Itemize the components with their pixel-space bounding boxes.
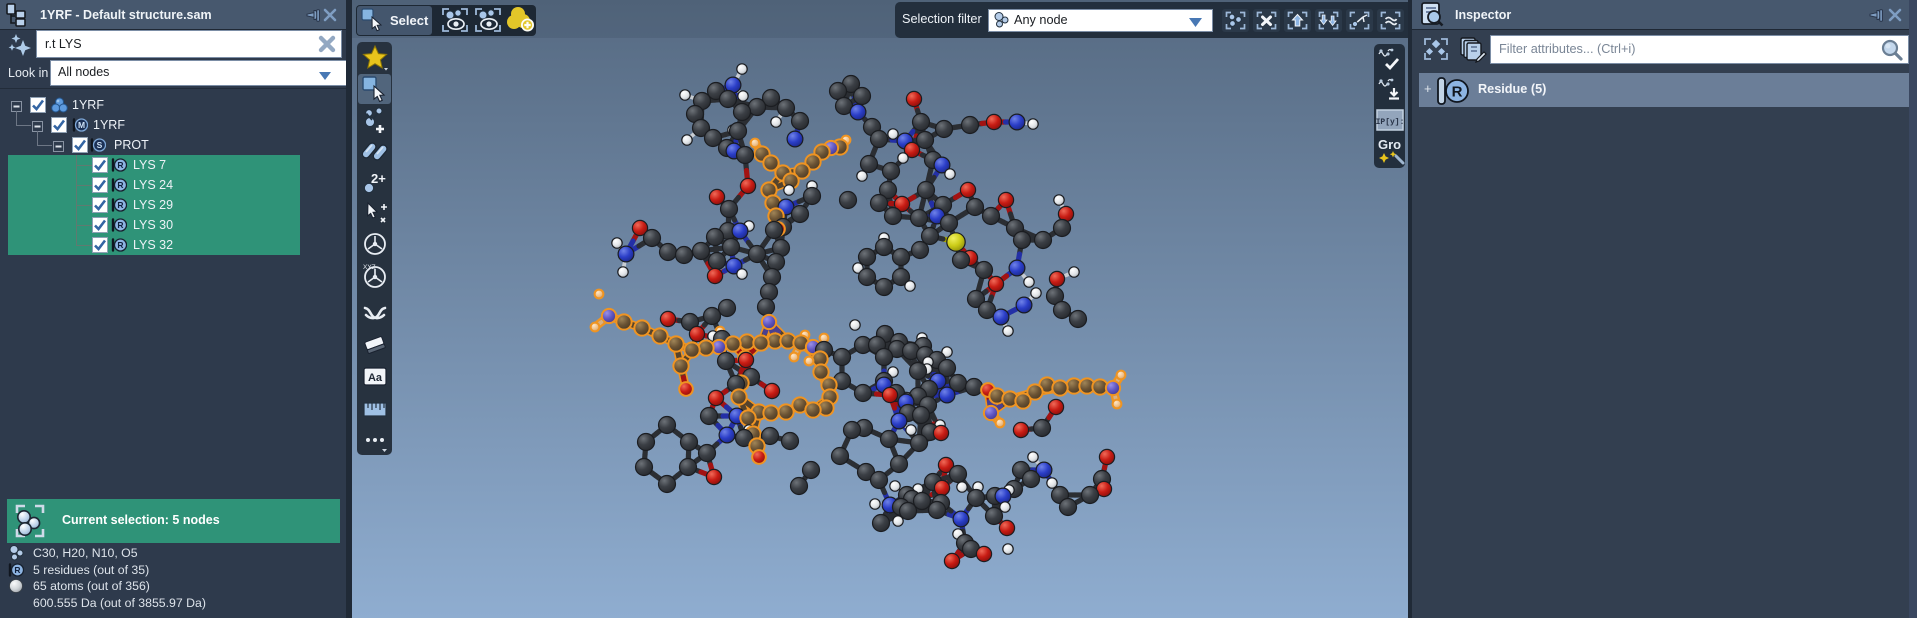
svg-text:R: R [117, 180, 123, 190]
svg-text:R: R [14, 565, 20, 575]
svg-text:R: R [1452, 84, 1463, 101]
svg-text:R: R [117, 160, 123, 170]
svg-text:R: R [117, 220, 123, 230]
svg-text:S: S [97, 140, 103, 150]
svg-text:Gro: Gro [1378, 137, 1401, 152]
svg-text:M: M [78, 120, 85, 130]
svg-text:R: R [117, 240, 123, 250]
svg-text:R: R [117, 200, 123, 210]
svg-text:Aa: Aa [368, 372, 383, 384]
svg-text:IP[y]:: IP[y]: [1376, 118, 1404, 127]
svg-text:2+: 2+ [371, 171, 386, 186]
